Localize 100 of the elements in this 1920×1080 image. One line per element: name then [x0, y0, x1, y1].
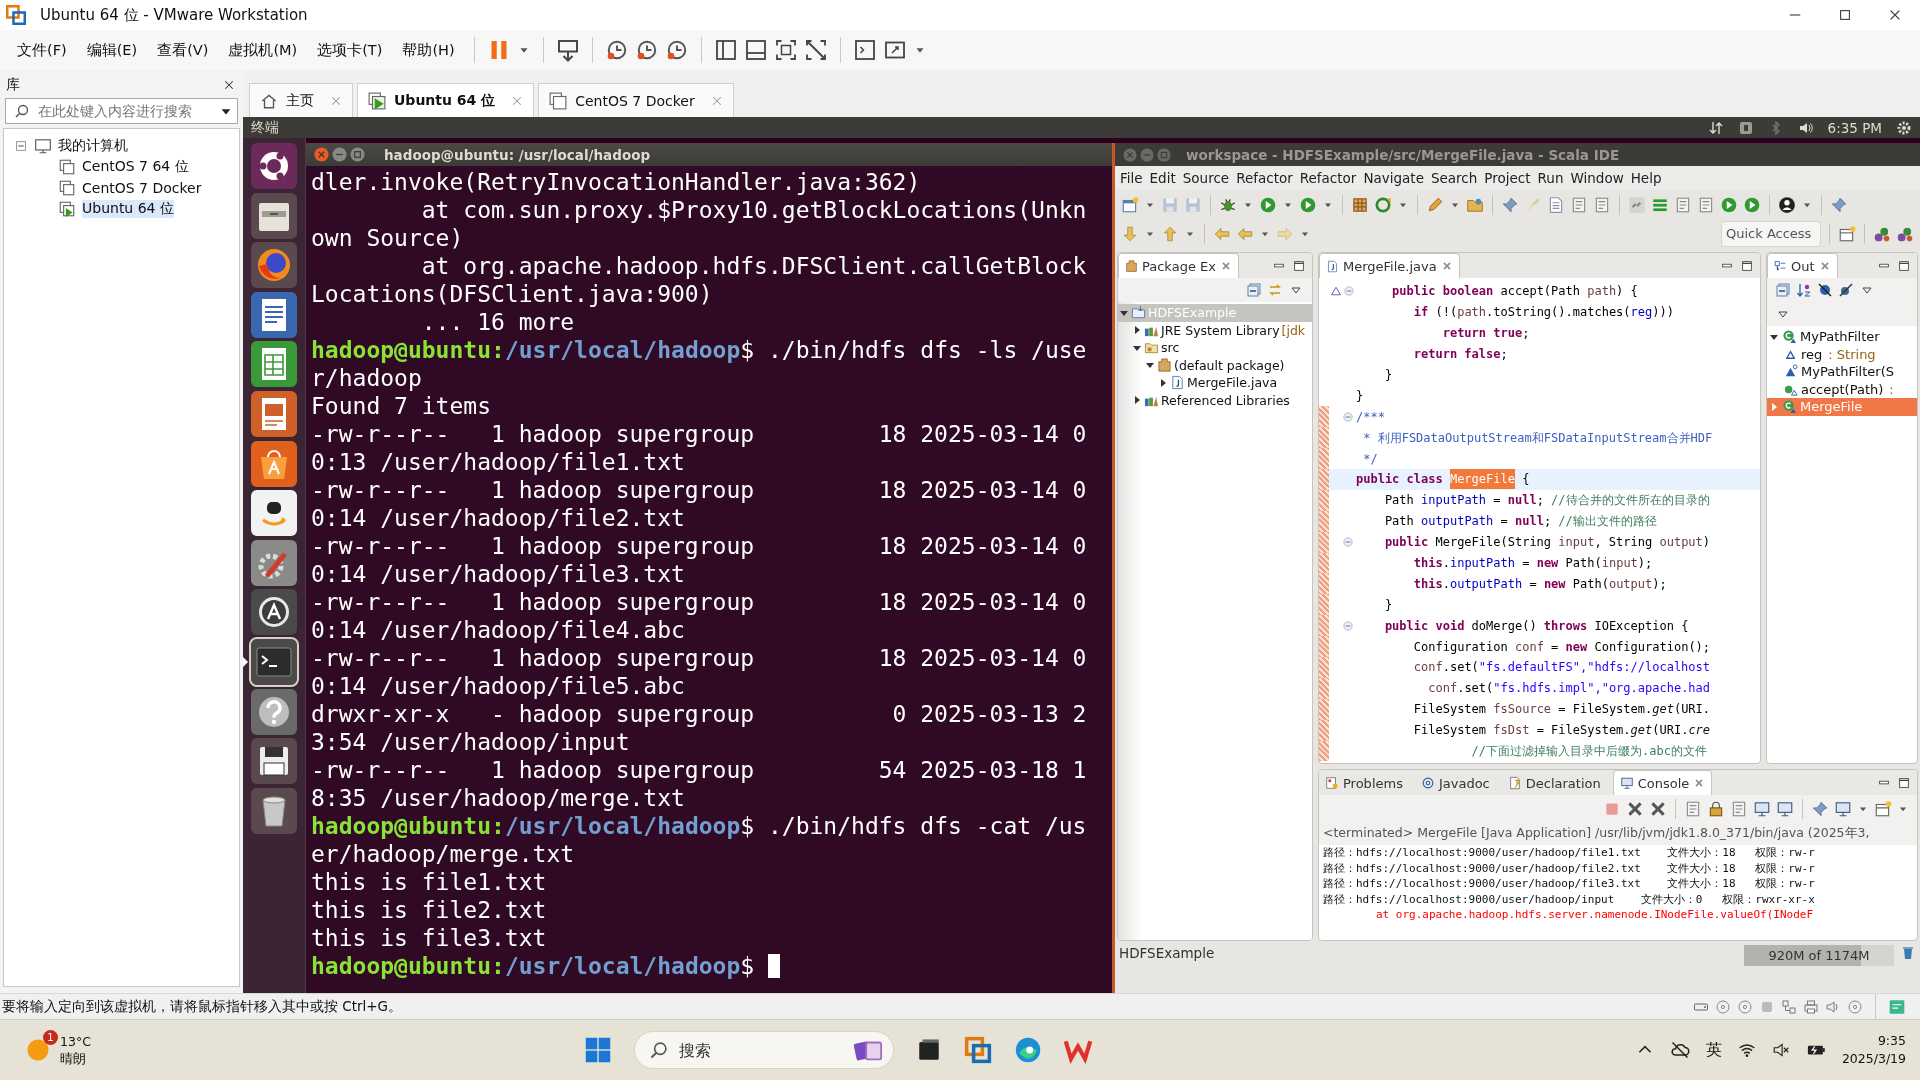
- menu-item[interactable]: 虚拟机(M): [221, 36, 305, 64]
- tree-label: 我的计算机: [58, 136, 128, 155]
- menu-item[interactable]: Help: [1627, 170, 1665, 186]
- input-method[interactable]: 英: [1705, 1039, 1722, 1061]
- outline-item[interactable]: reg : String: [1767, 345, 1917, 363]
- status-text: HDFSExample: [1119, 945, 1215, 961]
- console-line: at org.apache.hadoop.hdfs.server.namenode.INodeFile.valueOf(INodeF: [1374, 907, 1815, 923]
- code-line: Path outputPath = null; //输出文件的路径: [1383, 513, 1657, 531]
- heap-reading: 920M of 1174M: [1768, 948, 1870, 963]
- code-line: if (!(path.toString().matches(reg))): [1412, 304, 1674, 322]
- menu-item[interactable]: 文件(F): [10, 36, 74, 64]
- terminal-line: -rw-r--r-- 1 hadoop supergroup 18 2025-03-14 0: [311, 644, 1088, 672]
- tab-label: Declaration: [1525, 775, 1601, 791]
- tree-item[interactable]: src: [1118, 339, 1312, 357]
- notification-badge: 1: [43, 1030, 58, 1045]
- outline-item[interactable]: MyPathFilter: [1767, 328, 1917, 346]
- menu-item[interactable]: Refactor: [1233, 170, 1296, 186]
- terminal-line: hadoop@ubuntu:/usr/local/hadoop$ ./bin/hdfs dfs -ls /use: [311, 336, 1087, 364]
- menu-item[interactable]: 选项卡(T): [310, 36, 390, 64]
- view-tab[interactable]: Out: [1767, 253, 1838, 278]
- terminal-line: hadoop@ubuntu:/usr/local/hadoop$ ./bin/hdfs dfs -cat /us: [311, 812, 1087, 840]
- view-tab[interactable]: Console: [1612, 770, 1713, 795]
- tree-item[interactable]: (default package): [1118, 356, 1312, 374]
- menu-item[interactable]: Window: [1567, 170, 1627, 186]
- search-field[interactable]: 在此处键入内容进行搜索: [5, 98, 238, 124]
- type-label: : String: [1828, 346, 1876, 362]
- tab[interactable]: Ubuntu 64 位: [357, 83, 535, 117]
- menu-item[interactable]: 编辑(E): [79, 36, 145, 64]
- terminal-line: at org.apache.hadoop.hdfs.DFSClient.callGetBlock: [420, 252, 1088, 280]
- terminal-line: drwxr-xr-x - hadoop supergroup 0 2025-03-13 2: [311, 700, 1088, 728]
- tree-label: Referenced Libraries: [1161, 392, 1290, 408]
- type-label: :: [1889, 381, 1894, 397]
- quick-access-field[interactable]: Quick Access: [1721, 220, 1821, 247]
- terminal-line: 8:35 /user/hadoop/merge.txt: [311, 784, 686, 812]
- menu-item[interactable]: Refactor: [1296, 170, 1360, 186]
- outline-label: MyPathFilter: [1800, 329, 1880, 345]
- menu-item[interactable]: Navigate: [1360, 170, 1427, 186]
- tree-item[interactable]: Ubuntu 64 位: [4, 198, 239, 219]
- tab-label: Package Ex: [1142, 258, 1216, 274]
- code-line: public MergeFile(String input, String output): [1383, 534, 1711, 552]
- menu-item[interactable]: Search: [1427, 170, 1481, 186]
- clock-time[interactable]: 9:35: [1877, 1032, 1906, 1050]
- tab[interactable]: 主页: [249, 83, 353, 117]
- menu-item[interactable]: 查看(V): [150, 36, 216, 64]
- tab-label: Javadoc: [1438, 775, 1490, 791]
- tab-label: CentOS 7 Docker: [575, 92, 695, 109]
- tab[interactable]: CentOS 7 Docker: [538, 83, 734, 117]
- tree-item[interactable]: JRE System Library [jdk: [1118, 321, 1312, 339]
- console-line: 路径：hdfs://localhost:9000/user/hadoop/file1.txt 文件大小：18 权限：rw-r: [1323, 845, 1816, 861]
- tree-item[interactable]: Referenced Libraries: [1118, 391, 1312, 409]
- code-line: FileSystem fsSource = FileSystem.get(URI.: [1412, 701, 1711, 719]
- tab-label: Ubuntu 64 位: [394, 91, 496, 110]
- outline-item[interactable]: accept(Path) :: [1767, 380, 1917, 398]
- code-line: public void doMerge() throws IOException {: [1383, 617, 1689, 635]
- tree-label: JRE System Library: [1161, 322, 1280, 338]
- view-tab[interactable]: Problems: [1319, 771, 1409, 795]
- code-line: conf.set("fs.defaultFS","hdfs://localhost: [1412, 659, 1711, 677]
- outline-item[interactable]: MyPathFilter(S: [1767, 363, 1917, 381]
- clock-date[interactable]: 2025/3/19: [1841, 1050, 1906, 1068]
- search-input[interactable]: 搜索: [677, 1031, 845, 1069]
- menu-item[interactable]: 帮助(H): [395, 36, 462, 64]
- menu-item[interactable]: Edit: [1146, 170, 1179, 186]
- search-input[interactable]: 在此处键入内容进行搜索: [36, 98, 213, 124]
- code-line: public class MergeFile {: [1354, 469, 1530, 490]
- tree-item[interactable]: 我的计算机: [4, 135, 239, 156]
- tree-item[interactable]: MergeFile.java: [1118, 374, 1312, 392]
- menu-item[interactable]: Run: [1534, 170, 1567, 186]
- console-line: 路径：hdfs://localhost:9000/user/hadoop/file2.txt 文件大小：18 权限：rw-r: [1323, 860, 1816, 876]
- terminal-line: -rw-r--r-- 1 hadoop supergroup 18 2025-03-14 0: [311, 532, 1088, 560]
- menu-item[interactable]: Source: [1179, 170, 1233, 186]
- view-tab[interactable]: Declaration: [1501, 771, 1607, 795]
- search-field[interactable]: 搜索: [634, 1031, 894, 1069]
- panel-title: 库: [6, 76, 20, 94]
- outline-label: reg: [1801, 346, 1823, 362]
- terminal-line: -rw-r--r-- 1 hadoop supergroup 18 2025-03-14 0: [311, 588, 1088, 616]
- code-line: Configuration conf = new Configuration();: [1412, 638, 1711, 656]
- tree-label: (default package): [1174, 357, 1285, 373]
- terminal-line: dler.invoke(RetryInvocationHandler.java:362): [311, 168, 922, 196]
- tree-label: MergeFile.java: [1187, 375, 1278, 391]
- terminal-line: er/hadoop/merge.txt: [311, 840, 576, 868]
- view-tab[interactable]: Javadoc: [1414, 771, 1496, 795]
- menu-item[interactable]: File: [1117, 170, 1146, 186]
- temperature: 13°C: [60, 1033, 91, 1050]
- tree-decoration: [jdk: [1281, 322, 1306, 338]
- code-line: this.inputPath = new Path(input);: [1412, 555, 1653, 572]
- code-line: FileSystem fsDst = FileSystem.get(URI.cre: [1412, 722, 1711, 740]
- code-line: }: [1383, 367, 1393, 384]
- editor-tab[interactable]: MergeFile.java: [1319, 253, 1460, 278]
- tab-label: Problems: [1343, 775, 1403, 791]
- heap-meter[interactable]: 920M of 1174M: [1744, 945, 1894, 966]
- tree-item[interactable]: CentOS 7 Docker: [4, 177, 239, 198]
- window-title: workspace - HDFSExample/src/MergeFile.java - Scala IDE: [1186, 146, 1620, 163]
- clock[interactable]: 6:35 PM: [1827, 119, 1882, 136]
- tree-item[interactable]: CentOS 7 64 位: [4, 156, 239, 177]
- terminal-line: -rw-r--r-- 1 hadoop supergroup 18 2025-03-14 0: [311, 476, 1088, 504]
- menu-item[interactable]: Project: [1481, 170, 1534, 186]
- code-line: Path inputPath = null; //待合并的文件所在的目录的: [1383, 492, 1710, 510]
- terminal-line: Locations(DFSClient.java:900): [311, 280, 714, 308]
- code-line: * 利用FSDataOutputStream和FSDataInputStream合并HDF: [1362, 429, 1713, 447]
- view-tab[interactable]: Package Ex: [1118, 253, 1239, 278]
